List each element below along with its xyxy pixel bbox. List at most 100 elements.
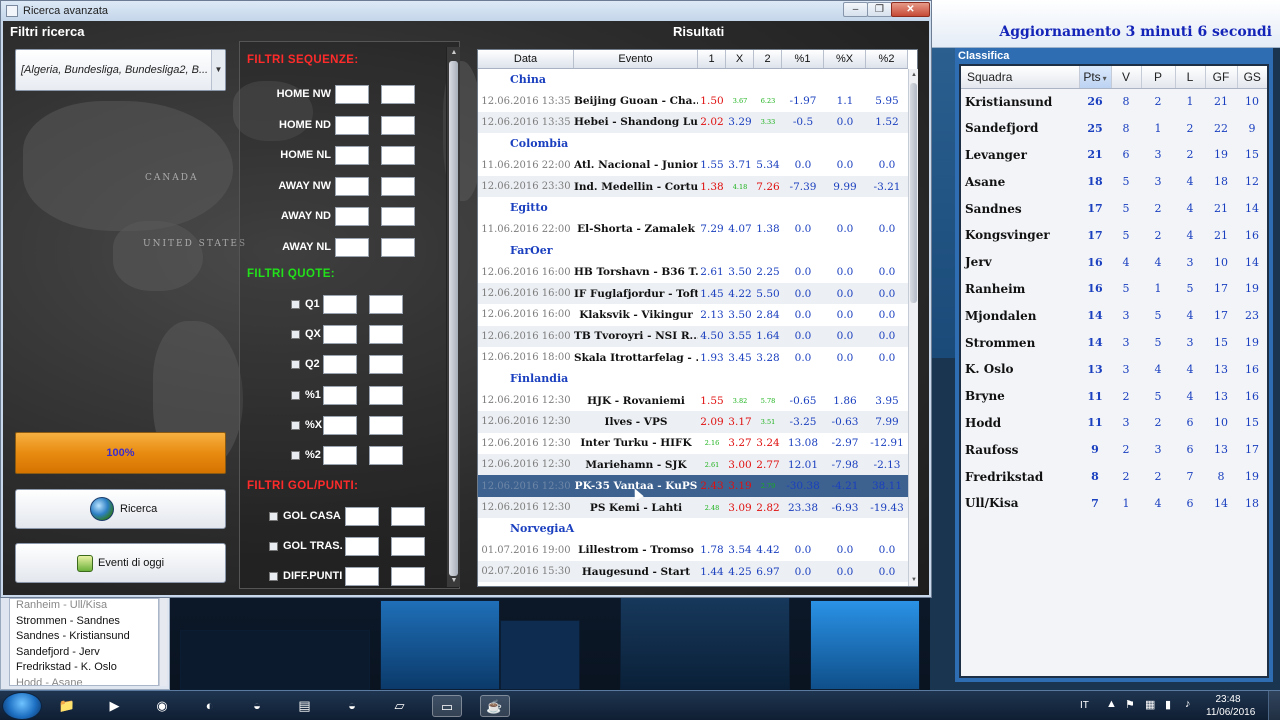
chrome-icon[interactable]: ◉ <box>147 695 177 717</box>
results-col-header[interactable]: Data <box>478 50 574 68</box>
results-scrollbar[interactable]: ▲ ▼ <box>908 69 918 586</box>
goals-filter-input[interactable] <box>345 567 379 586</box>
results-col-header[interactable]: %2 <box>866 50 908 68</box>
standings-row[interactable]: Mjondalen 14 3 5 4 17 23 <box>961 302 1267 329</box>
maximize-button[interactable]: ❐ <box>867 2 892 17</box>
standings-row[interactable]: K. Oslo 13 3 4 4 13 16 <box>961 356 1267 383</box>
results-col-header[interactable]: %X <box>824 50 866 68</box>
standings-row[interactable]: Kristiansund 26 8 2 1 21 10 <box>961 88 1267 115</box>
eclipse-icon[interactable]: ◒ <box>242 695 272 717</box>
filters-scrollbar-thumb[interactable] <box>449 61 458 576</box>
media-player-icon[interactable]: ▶ <box>100 695 130 717</box>
sequence-filter-input[interactable] <box>381 207 415 226</box>
odds-filter-input[interactable] <box>323 325 357 345</box>
odds-filter-input[interactable] <box>323 415 357 435</box>
table-row[interactable]: 12.06.2016 16:00 Klaksvik - Vikingur 2.13 3… <box>478 304 908 325</box>
goals-filter-checkbox[interactable] <box>269 512 278 521</box>
goals-filter-checkbox[interactable] <box>269 542 278 551</box>
firefox-icon[interactable]: ◐ <box>195 695 225 717</box>
results-col-header[interactable]: 2 <box>754 50 782 68</box>
scroll-up-icon[interactable]: ▲ <box>909 69 919 81</box>
eclipse-2-icon[interactable]: ◒ <box>337 695 367 717</box>
sequence-filter-input[interactable] <box>335 85 369 104</box>
odds-filter-checkbox[interactable] <box>291 420 300 430</box>
odds-filter-checkbox[interactable] <box>291 360 300 370</box>
explorer-folder-icon[interactable]: 📁 <box>52 695 82 717</box>
odds-filter-input[interactable] <box>369 355 403 375</box>
odds-filter-checkbox[interactable] <box>291 300 300 309</box>
odds-filter-input[interactable] <box>369 295 403 314</box>
table-row[interactable]: 12.06.2016 13:35 Hebei - Shandong Lu... 2.… <box>478 111 908 134</box>
today-events-button[interactable]: Eventi di oggi <box>15 543 226 583</box>
chevron-down-icon[interactable]: ▼ <box>211 50 225 90</box>
window-titlebar[interactable]: Ricerca avanzata – ❐ ✕ <box>1 1 931 21</box>
sequence-filter-input[interactable] <box>381 146 415 165</box>
list-item[interactable]: Strommen - Sandnes <box>10 615 158 631</box>
table-row[interactable]: 12.06.2016 13:35 Beijing Guoan - Cha... 1.… <box>478 90 908 111</box>
goals-filter-checkbox[interactable] <box>269 572 278 581</box>
col-header-goals-against[interactable]: GS <box>1237 66 1267 89</box>
odds-filter-input[interactable] <box>369 415 403 435</box>
sequence-filter-input[interactable] <box>381 85 415 104</box>
standings-row[interactable]: Sandefjord 25 8 1 2 22 9 <box>961 115 1267 142</box>
table-row[interactable]: 12.06.2016 16:00 TB Tvoroyri - NSI R... 4.… <box>478 325 908 348</box>
start-button[interactable] <box>2 692 42 720</box>
odds-filter-checkbox[interactable] <box>291 451 300 460</box>
sequence-filter-input[interactable] <box>335 115 369 135</box>
col-header-team[interactable]: Squadra <box>961 66 1080 89</box>
standings-row[interactable]: Jerv 16 4 4 3 10 14 <box>961 249 1267 276</box>
odds-filter-checkbox[interactable] <box>291 330 300 340</box>
sequence-filter-input[interactable] <box>335 176 369 196</box>
results-col-header[interactable]: X <box>726 50 754 68</box>
table-row[interactable]: 12.06.2016 12:30 PK-35 Vantaa - KuPS 2.43 3… <box>478 475 908 497</box>
list-item[interactable]: Sandnes - Kristiansund <box>10 630 158 646</box>
java-icon[interactable]: ☕ <box>479 695 510 717</box>
sequence-filter-input[interactable] <box>381 115 415 135</box>
signal-icon[interactable]: ▮ <box>1165 698 1171 711</box>
table-row[interactable]: 02.07.2016 15:30 Haugesund - Start 1.44 4.2… <box>478 560 908 583</box>
flag-icon[interactable]: ⚑ <box>1125 698 1135 711</box>
minimize-button[interactable]: – <box>843 2 868 17</box>
standings-row[interactable]: Ranheim 16 5 1 5 17 19 <box>961 276 1267 303</box>
table-row[interactable]: 12.06.2016 12:30 Ilves - VPS 2.09 3.17 3.51 -… <box>478 411 908 433</box>
background-match-list[interactable]: Ranheim - Ull/Kisa Strommen - Sandnes Sand… <box>9 598 159 686</box>
table-row[interactable]: 12.06.2016 12:30 HJK - Rovaniemi 1.55 3.82 5… <box>478 390 908 411</box>
results-scrollbar-thumb[interactable] <box>910 83 917 303</box>
league-select[interactable]: [Algeria, Bundesliga, Bundesliga2, B... … <box>15 49 226 91</box>
odds-filter-input[interactable] <box>369 325 403 345</box>
list-item[interactable]: Fredrikstad - K. Oslo <box>10 661 158 677</box>
scroll-down-icon[interactable]: ▼ <box>909 574 919 586</box>
filters-scrollbar[interactable]: ▲ ▼ <box>446 47 460 587</box>
sequence-filter-input[interactable] <box>335 237 369 257</box>
sequence-filter-input[interactable] <box>381 237 415 257</box>
results-col-header[interactable]: %1 <box>782 50 824 68</box>
table-row[interactable]: 11.06.2016 22:00 Atl. Nacional - Junior 1.… <box>478 155 908 176</box>
results-col-header[interactable]: Evento <box>574 50 698 68</box>
odds-filter-input[interactable] <box>323 295 357 314</box>
search-button[interactable]: Ricerca <box>15 489 226 529</box>
standings-row[interactable]: Hodd 11 3 2 6 10 15 <box>961 410 1267 437</box>
col-header-points[interactable]: Pts ▾ <box>1079 66 1112 89</box>
standings-row[interactable]: Fredrikstad 8 2 2 7 8 19 <box>961 463 1267 490</box>
odds-filter-input[interactable] <box>369 385 403 405</box>
standings-row[interactable]: Sandnes 17 5 2 4 21 14 <box>961 195 1267 222</box>
results-col-header[interactable]: 1 <box>698 50 726 68</box>
standings-row[interactable]: Asane 18 5 3 4 18 12 <box>961 168 1267 195</box>
tray-expand-icon[interactable]: ▲ <box>1106 698 1117 710</box>
goals-filter-input[interactable] <box>391 507 425 526</box>
table-row[interactable]: 12.06.2016 16:00 IF Fuglafjordur - Toftir… <box>478 282 908 305</box>
table-row[interactable]: 12.06.2016 12:30 Inter Turku - HIFK 2.16 3.… <box>478 433 908 454</box>
standings-row[interactable]: Raufoss 9 2 3 6 13 17 <box>961 436 1267 463</box>
list-item[interactable]: Sandefjord - Jerv <box>10 646 158 662</box>
standings-row[interactable]: Kongsvinger 17 5 2 4 21 16 <box>961 222 1267 249</box>
standings-row[interactable]: Levanger 21 6 3 2 19 15 <box>961 142 1267 169</box>
show-desktop-button[interactable] <box>1268 691 1280 720</box>
standings-row[interactable]: Ull/Kisa 7 1 4 6 14 18 <box>961 490 1267 517</box>
col-header-goals-for[interactable]: GF <box>1205 66 1238 89</box>
table-row[interactable]: 12.06.2016 18:00 Skala Itrottarfelag - ..… <box>478 347 908 368</box>
window-icon[interactable]: ▭ <box>432 695 462 717</box>
odds-filter-checkbox[interactable] <box>291 390 300 400</box>
notes-icon[interactable]: ▱ <box>385 695 415 717</box>
table-row[interactable]: 12.06.2016 12:30 PS Kemi - Lahti 2.48 3.09 2… <box>478 496 908 519</box>
sequence-filter-input[interactable] <box>335 207 369 226</box>
